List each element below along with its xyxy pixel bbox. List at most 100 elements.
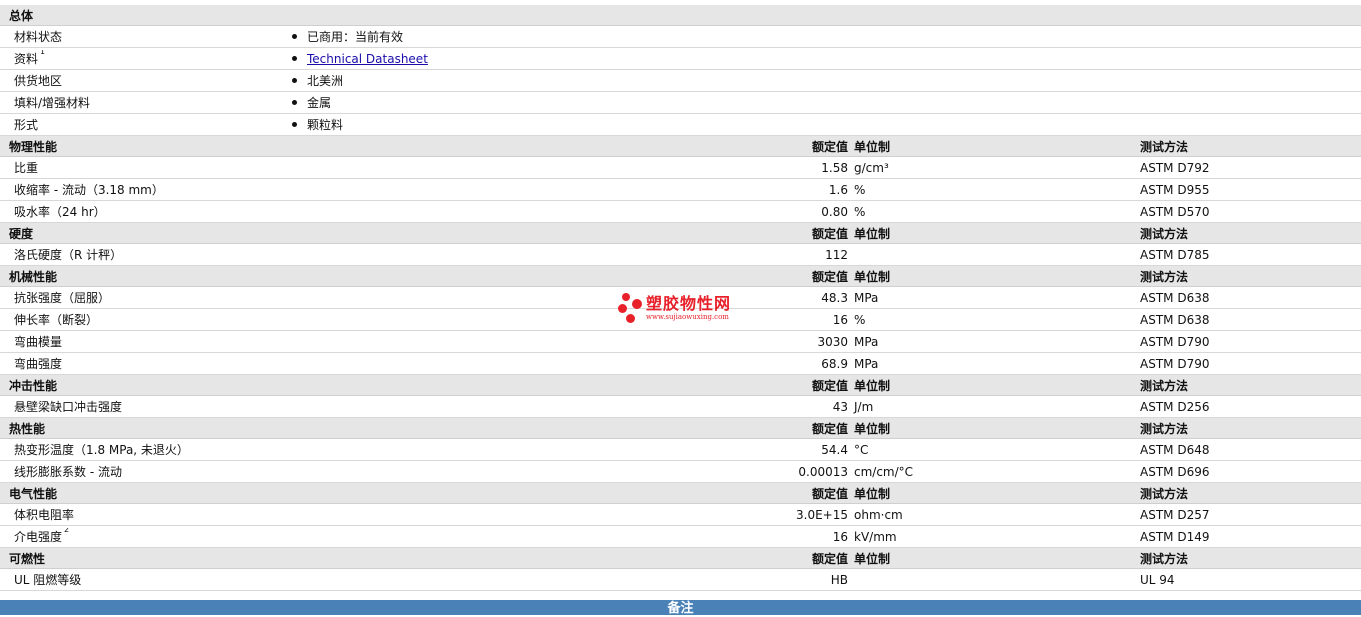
section-title: 总体 [9,8,34,23]
section-title: 可燃性 [9,551,46,566]
property-name-text: 伸长率（断裂） [14,313,99,327]
general-value: 金属 [285,94,1361,111]
property-value: 0.00013 [798,464,848,479]
property-name: 弯曲模量 [0,333,780,350]
bullet-icon [292,100,297,105]
general-label-text: 资料 [14,52,39,66]
property-test-method: ASTM D792 [1140,160,1210,175]
property-row: UL 阻燃等级 HB UL 94 [0,569,1361,591]
property-name: 吸水率（24 hr） [0,203,780,220]
column-header-test: 测试方法 [1140,378,1189,393]
general-label-text: 形式 [14,118,39,132]
property-test-method: ASTM D648 [1140,442,1210,457]
general-row: 填料/增强材料 金属 [0,92,1361,114]
column-header-nominal: 额定值 [811,551,848,566]
property-name-text: 吸水率（24 hr） [14,205,106,219]
property-value: 0.80 [821,204,848,219]
property-test-method: ASTM D785 [1140,247,1210,262]
property-row: 收缩率 - 流动（3.18 mm） 1.6% ASTM D955 [0,179,1361,201]
property-name: 热变形温度（1.8 MPa, 未退火） [0,441,780,458]
column-header-unit: 单位制 [854,269,891,284]
property-unit: % [854,204,866,219]
property-value: 112 [825,247,848,262]
footer-title: 备注 [667,601,694,616]
technical-datasheet-link[interactable]: Technical Datasheet [307,52,428,66]
property-name-text: 弯曲模量 [14,335,63,349]
section-title: 机械性能 [9,269,58,284]
general-value: 已商用：当前有效 [285,28,1361,45]
property-test-method: ASTM D570 [1140,204,1210,219]
column-header-unit: 单位制 [854,486,891,501]
general-value: Technical Datasheet [285,52,1361,66]
general-label-text: 材料状态 [14,30,63,44]
column-header-unit: 单位制 [854,378,891,393]
property-value: 16 [832,529,848,544]
general-label-text: 填料/增强材料 [14,96,91,110]
property-name-text: 悬壁梁缺口冲击强度 [14,400,123,414]
property-name-text: 介电强度 [14,530,63,544]
footer-notes-bar: 备注 [0,600,1361,616]
property-name: 洛氏硬度（R 计秤） [0,246,780,263]
section-title: 物理性能 [9,139,58,154]
bullet-icon [292,78,297,83]
property-row: 伸长率（断裂） 16% ASTM D638 [0,309,1361,331]
property-unit: cm/cm/°C [854,464,914,479]
general-label: 材料状态 [0,28,285,45]
property-name: 体积电阻率 [0,506,780,523]
property-unit: ohm·cm [854,507,903,522]
property-unit: °C [854,442,869,457]
property-test-method: ASTM D790 [1140,356,1210,371]
property-name: 抗张强度（屈服） [0,289,780,306]
bullet-icon [292,122,297,127]
general-value: 北美洲 [285,72,1361,89]
section-header: 可燃性 额定值 单位制 测试方法 [0,548,1361,569]
section-header: 冲击性能 额定值 单位制 测试方法 [0,375,1361,396]
datasheet: 总体 材料状态 已商用：当前有效 资料1 Technical Datasheet 供货地… [0,0,1361,591]
general-label: 填料/增强材料 [0,94,285,111]
property-test-method: ASTM D955 [1140,182,1210,197]
property-value: 16 [832,312,848,327]
general-row: 材料状态 已商用：当前有效 [0,26,1361,48]
general-label-text: 供货地区 [14,74,63,88]
property-value: HB [830,572,848,587]
section-title: 冲击性能 [9,378,58,393]
general-value-text: 颗粒料 [307,118,344,132]
property-test-method: ASTM D256 [1140,399,1210,414]
property-value: 48.3 [821,290,848,305]
property-name-text: 比重 [14,161,39,175]
property-row: 体积电阻率 3.0E+15 ohm·cm ASTM D257 [0,504,1361,526]
column-header-test: 测试方法 [1140,551,1189,566]
column-header-unit: 单位制 [854,551,891,566]
column-header-unit: 单位制 [854,139,891,154]
general-row: 形式 颗粒料 [0,114,1361,136]
section-header: 热性能 额定值 单位制 测试方法 [0,418,1361,439]
section-header: 硬度 额定值 单位制 测试方法 [0,223,1361,244]
column-header-test: 测试方法 [1140,269,1189,284]
property-value: 54.4 [821,442,848,457]
general-rows: 材料状态 已商用：当前有效 资料1 Technical Datasheet 供货地区 北美… [0,26,1361,136]
property-unit: MPa [854,290,879,305]
property-test-method: ASTM D790 [1140,334,1210,349]
section-header: 物理性能 额定值 单位制 测试方法 [0,136,1361,157]
column-header-nominal: 额定值 [811,226,848,241]
property-value: 3030 [817,334,848,349]
column-header-test: 测试方法 [1140,421,1189,436]
property-name-text: 弯曲强度 [14,357,63,371]
column-header-nominal: 额定值 [811,139,848,154]
general-label: 资料1 [0,50,285,67]
general-value: 颗粒料 [285,116,1361,133]
footnote-marker: 2 [64,528,70,534]
property-name: 比重 [0,159,780,176]
column-header-nominal: 额定值 [811,269,848,284]
property-row: 比重 1.58 g/cm³ ASTM D792 [0,157,1361,179]
property-test-method: ASTM D638 [1140,312,1210,327]
property-value: 1.58 [821,160,848,175]
property-row: 洛氏硬度（R 计秤） 112 ASTM D785 [0,244,1361,266]
property-row: 热变形温度（1.8 MPa, 未退火） 54.4 °C ASTM D648 [0,439,1361,461]
property-value: 3.0E+15 [796,507,848,522]
bullet-icon [292,56,297,61]
section-header: 机械性能 额定值 单位制 测试方法 [0,266,1361,287]
column-header-test: 测试方法 [1140,486,1189,501]
property-row: 弯曲模量 3030 MPa ASTM D790 [0,331,1361,353]
property-name-text: 线形膨胀系数 - 流动 [14,465,122,479]
